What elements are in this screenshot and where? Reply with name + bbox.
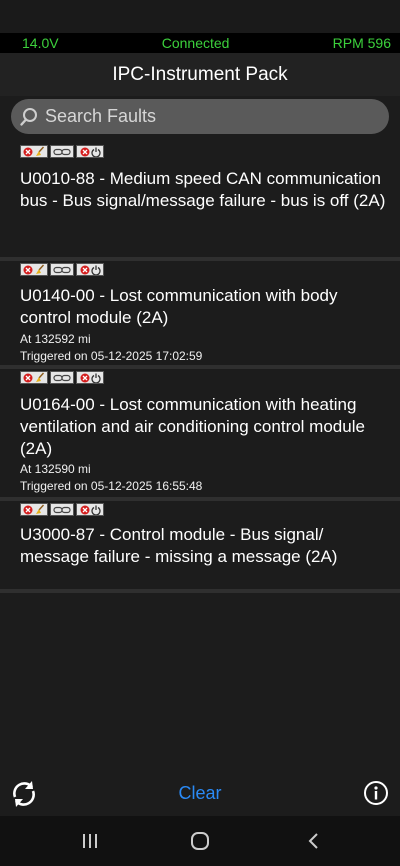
error-icon bbox=[23, 147, 33, 156]
power-icon bbox=[90, 373, 101, 383]
page-title: IPC-Instrument Pack bbox=[112, 63, 288, 85]
broom-icon bbox=[36, 504, 45, 514]
link-icon-box[interactable] bbox=[50, 371, 74, 384]
info-icon bbox=[364, 781, 388, 805]
broom-icon bbox=[36, 264, 45, 274]
fault-triggered-time: Triggered on 05-12-2025 17:02:59 bbox=[20, 349, 203, 363]
broom-icon bbox=[36, 372, 45, 382]
power-icon bbox=[90, 265, 101, 275]
refresh-icon bbox=[13, 781, 35, 807]
fault-list: U0010-88 - Medium speed CAN communicatio… bbox=[0, 143, 400, 593]
link-icon bbox=[53, 266, 71, 273]
fault-item[interactable]: U0164-00 - Lost communication with heati… bbox=[0, 369, 400, 501]
delete-clear-icon-group[interactable] bbox=[20, 503, 48, 516]
error-icon bbox=[80, 505, 89, 514]
system-navigation-bar bbox=[0, 816, 400, 866]
fault-action-icons bbox=[20, 371, 104, 384]
fault-mileage: At 132590 mi bbox=[20, 462, 91, 476]
power-icon-group[interactable] bbox=[76, 371, 104, 384]
bottom-action-bar: Clear bbox=[0, 770, 400, 816]
link-icon-box[interactable] bbox=[50, 503, 74, 516]
error-icon bbox=[23, 505, 33, 514]
error-icon bbox=[23, 265, 33, 274]
connection-status-bar: 14.0V Connected RPM 596 bbox=[0, 33, 400, 53]
error-icon bbox=[80, 373, 89, 382]
fault-title: U3000-87 - Control module - Bus signal/ … bbox=[20, 525, 338, 566]
power-icon bbox=[90, 505, 101, 515]
refresh-button[interactable] bbox=[8, 778, 40, 810]
system-status-bar bbox=[0, 0, 400, 33]
delete-clear-icon-group[interactable] bbox=[20, 263, 48, 276]
fault-title: U0164-00 - Lost communication with heati… bbox=[20, 395, 365, 458]
power-icon-group[interactable] bbox=[76, 503, 104, 516]
link-icon bbox=[53, 506, 71, 513]
broom-icon bbox=[36, 146, 45, 156]
power-icon-group[interactable] bbox=[76, 145, 104, 158]
home-icon[interactable] bbox=[190, 831, 210, 851]
power-icon bbox=[90, 147, 101, 157]
back-icon[interactable] bbox=[304, 831, 324, 851]
fault-triggered-time: Triggered on 05-12-2025 16:55:48 bbox=[20, 479, 203, 493]
rpm-readout: RPM 596 bbox=[332, 35, 391, 51]
recent-apps-icon[interactable] bbox=[80, 831, 100, 851]
voltage-readout: 14.0V bbox=[22, 35, 59, 51]
module-header: IPC-Instrument Pack bbox=[0, 53, 400, 96]
fault-item[interactable]: U0010-88 - Medium speed CAN communicatio… bbox=[0, 143, 400, 261]
error-icon bbox=[80, 265, 89, 274]
fault-action-icons bbox=[20, 263, 104, 276]
info-button[interactable] bbox=[363, 780, 389, 806]
error-icon bbox=[23, 373, 33, 382]
error-icon bbox=[80, 147, 89, 156]
clear-button[interactable]: Clear bbox=[160, 780, 240, 806]
delete-clear-icon-group[interactable] bbox=[20, 145, 48, 158]
connection-status: Connected bbox=[161, 35, 230, 51]
fault-mileage: At 132592 mi bbox=[20, 332, 91, 346]
fault-item[interactable]: U3000-87 - Control module - Bus signal/ … bbox=[0, 501, 400, 593]
fault-action-icons bbox=[20, 145, 104, 158]
search-input[interactable] bbox=[45, 106, 365, 127]
fault-action-icons bbox=[20, 503, 104, 516]
link-icon-box[interactable] bbox=[50, 263, 74, 276]
power-icon-group[interactable] bbox=[76, 263, 104, 276]
fault-title: U0140-00 - Lost communication with body … bbox=[20, 286, 338, 327]
delete-clear-icon-group[interactable] bbox=[20, 371, 48, 384]
fault-item[interactable]: U0140-00 - Lost communication with body … bbox=[0, 261, 400, 369]
search-icon bbox=[20, 107, 37, 126]
link-icon-box[interactable] bbox=[50, 145, 74, 158]
link-icon bbox=[53, 148, 71, 155]
search-bar[interactable] bbox=[11, 99, 389, 134]
fault-title: U0010-88 - Medium speed CAN communicatio… bbox=[20, 169, 386, 210]
link-icon bbox=[53, 374, 71, 381]
